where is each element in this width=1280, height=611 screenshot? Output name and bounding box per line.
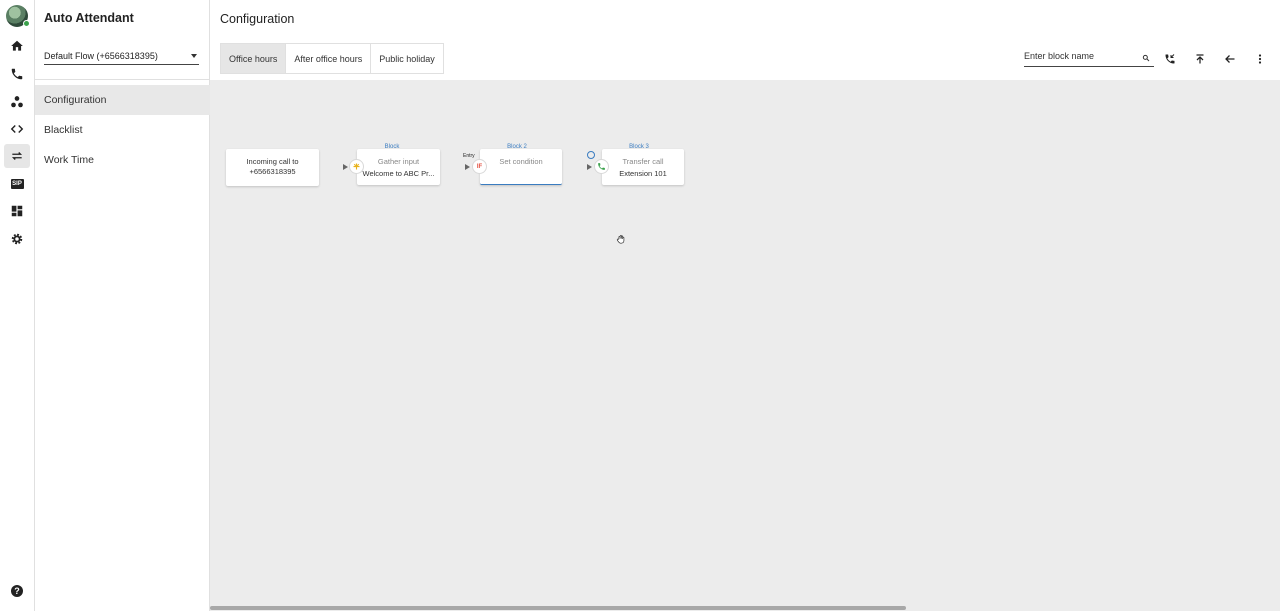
main-panel: Configuration Office hours After office … (210, 0, 1280, 611)
sidebar-item-configuration[interactable]: Configuration (35, 85, 210, 115)
more-button[interactable] (1253, 52, 1267, 66)
incoming-call-node[interactable]: Incoming call to +6566318395 (226, 149, 319, 186)
tab-after-office-hours[interactable]: After office hours (286, 44, 372, 73)
block-search (1024, 51, 1154, 67)
horizontal-scrollbar[interactable] (210, 606, 906, 610)
transfer-icon (11, 152, 23, 160)
avatar[interactable] (6, 5, 30, 27)
contacts-button[interactable] (4, 90, 30, 114)
block-title: Gather input (377, 157, 420, 166)
phone-icon (598, 163, 605, 170)
phone-icon (11, 68, 23, 80)
hand-cursor-icon (616, 235, 625, 244)
caret-down-icon (191, 54, 197, 58)
back-button[interactable] (1223, 52, 1237, 66)
code-icon (10, 125, 24, 133)
block-detail: Welcome to ABC Pr... (362, 169, 435, 178)
start-marker-icon (587, 151, 595, 159)
app-title: Auto Attendant (44, 11, 134, 25)
arrow-left-icon (1225, 55, 1235, 63)
connector-arrow (465, 164, 470, 170)
flow-select-value: Default Flow (+6566318395) (44, 51, 158, 61)
entry-tag: Entry (463, 153, 475, 159)
set-condition-node[interactable]: Set condition (480, 149, 562, 185)
transfer-button[interactable] (4, 144, 30, 168)
divider (35, 79, 210, 80)
home-button[interactable] (4, 34, 30, 58)
sip-button[interactable]: SIP (4, 172, 30, 196)
sidebar: Auto Attendant Default Flow (+6566318395… (35, 0, 210, 611)
gather-input-node[interactable]: Gather input Welcome to ABC Pr... (357, 149, 440, 185)
sidebar-nav: Configuration Blacklist Work Time (35, 85, 210, 175)
incoming-line1: Incoming call to (246, 157, 299, 166)
help-icon[interactable]: ? (11, 585, 23, 597)
page-title: Configuration (220, 12, 295, 26)
dashboard-icon (11, 205, 23, 217)
connector-arrow (343, 164, 348, 170)
search-icon (1142, 54, 1150, 62)
incoming-line2: +6566318395 (249, 167, 296, 176)
contacts-icon (11, 96, 23, 108)
phone-callback-icon (1165, 54, 1175, 64)
dashboard-button[interactable] (4, 199, 30, 223)
sip-icon: SIP (10, 179, 24, 189)
block-title: Set condition (499, 157, 543, 166)
keypad-icon (353, 163, 360, 170)
sidebar-item-work-time[interactable]: Work Time (35, 145, 210, 175)
sidebar-item-blacklist[interactable]: Blacklist (35, 115, 210, 145)
tab-office-hours[interactable]: Office hours (221, 44, 287, 73)
transfer-call-node[interactable]: Transfer call Extension 101 (602, 149, 684, 185)
tab-public-holiday[interactable]: Public holiday (371, 44, 444, 73)
settings-button[interactable] (4, 227, 30, 251)
home-icon (11, 40, 23, 51)
block-title: Transfer call (622, 157, 664, 166)
code-button[interactable] (4, 117, 30, 141)
flow-select[interactable]: Default Flow (+6566318395) (44, 50, 199, 65)
more-vertical-icon (1258, 54, 1262, 64)
gear-icon (11, 233, 23, 245)
tab-bar: Office hours After office hours Public h… (220, 43, 444, 74)
icon-rail: SIP ? (0, 0, 35, 611)
if-badge: IF (472, 159, 487, 174)
flow-canvas[interactable]: Incoming call to +6566318395 Block Gathe… (210, 80, 1280, 611)
calls-button[interactable] (4, 62, 30, 86)
upload-icon (1196, 54, 1204, 64)
status-dot (23, 20, 30, 27)
publish-button[interactable] (1193, 52, 1207, 66)
block-detail: Extension 101 (619, 169, 667, 178)
search-input[interactable] (1024, 51, 1134, 61)
gather-input-badge (349, 159, 364, 174)
call-flow-button[interactable] (1163, 52, 1177, 66)
connector-arrow (587, 164, 592, 170)
transfer-call-badge (594, 159, 609, 174)
